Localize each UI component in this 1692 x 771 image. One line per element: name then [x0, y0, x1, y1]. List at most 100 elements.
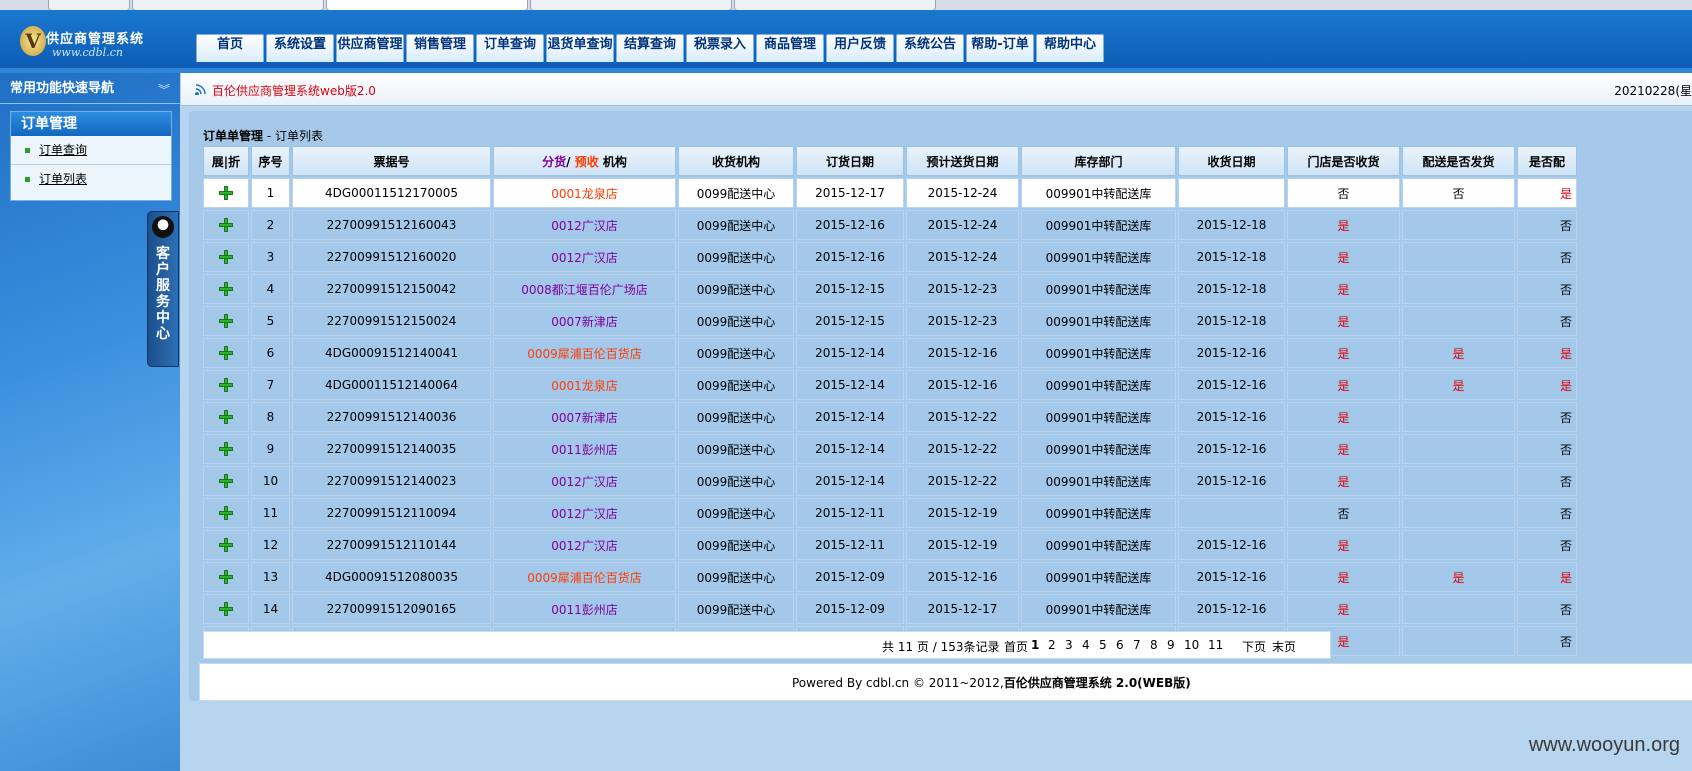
pager-page-10[interactable]: 10 — [1184, 638, 1199, 652]
org-cell: 0001龙泉店 — [493, 370, 676, 400]
nav-item-2[interactable]: 供应商管理 — [336, 34, 404, 62]
footer-brand: 百伦供应商管理系统 2.0(WEB版) — [1003, 676, 1191, 690]
nav-item-10[interactable]: 系统公告 — [896, 34, 964, 62]
expand-plus-icon[interactable] — [219, 378, 233, 393]
order-date-cell: 2015-12-16 — [796, 242, 904, 272]
expand-plus-icon[interactable] — [219, 314, 233, 329]
store-received-cell: 是 — [1287, 466, 1400, 496]
shipped-cell — [1402, 274, 1515, 304]
expand-plus-icon[interactable] — [219, 570, 233, 585]
nav-item-4[interactable]: 订单查询 — [476, 34, 544, 62]
table-row[interactable]: 10 22700991512140023 0012广汉店 0099配送中心 2015-1… — [203, 466, 1577, 496]
table-row[interactable]: 7 4DG00011512140064 0001龙泉店 0099配送中心 2015-12… — [203, 370, 1577, 400]
table-row[interactable]: 11 22700991512110094 0012广汉店 0099配送中心 2015-1… — [203, 498, 1577, 528]
pager-next[interactable]: 下页 — [1242, 638, 1266, 655]
expand-cell[interactable] — [203, 466, 249, 496]
expand-cell[interactable] — [203, 210, 249, 240]
pager-page-5[interactable]: 5 — [1099, 638, 1107, 652]
sidebar-panel-order-management: 订单管理 订单查询 订单列表 — [10, 111, 172, 201]
table-row[interactable]: 3 22700991512160020 0012广汉店 0099配送中心 2015-12… — [203, 242, 1577, 272]
pagination: 共 11 页 / 153条记录 首页 下页 末页 1 2 3 4 5 6 7 8 9 10 11 — [203, 631, 1331, 659]
nav-item-3[interactable]: 销售管理 — [406, 34, 474, 62]
system-name: 百伦供应商管理系统web版2.0 — [212, 84, 376, 98]
pager-page-4[interactable]: 4 — [1082, 638, 1090, 652]
nav-item-12[interactable]: 帮助中心 — [1036, 34, 1104, 62]
expand-plus-icon[interactable] — [219, 410, 233, 425]
table-row[interactable]: 4 22700991512150042 0008都江堰百伦广场店 0099配送中心 20… — [203, 274, 1577, 304]
col-header-expand[interactable]: 展|折 — [203, 146, 249, 176]
pager-page-8[interactable]: 8 — [1150, 638, 1158, 652]
expand-plus-icon[interactable] — [219, 602, 233, 617]
est-date-cell: 2015-12-17 — [906, 594, 1019, 624]
order-date-cell: 2015-12-14 — [796, 466, 904, 496]
pager-first[interactable]: 首页 — [1004, 638, 1028, 655]
store-received-cell: 是 — [1287, 370, 1400, 400]
order-date-cell: 2015-12-14 — [796, 370, 904, 400]
expand-cell[interactable] — [203, 562, 249, 592]
expand-plus-icon[interactable] — [219, 442, 233, 457]
bill-no-cell: 22700991512140035 — [292, 434, 491, 464]
expand-cell[interactable] — [203, 402, 249, 432]
nav-item-5[interactable]: 退货单查询 — [546, 34, 614, 62]
table-row[interactable]: 2 22700991512160043 0012广汉店 0099配送中心 2015-12… — [203, 210, 1577, 240]
collapse-chevron-icon[interactable]: ︾ — [158, 81, 170, 98]
pager-page-6[interactable]: 6 — [1116, 638, 1124, 652]
recv-date-cell: 2015-12-16 — [1178, 338, 1285, 368]
nav-item-7[interactable]: 税票录入 — [686, 34, 754, 62]
pager-last[interactable]: 末页 — [1272, 638, 1296, 655]
expand-plus-icon[interactable] — [219, 282, 233, 297]
expand-cell[interactable] — [203, 370, 249, 400]
expand-cell[interactable] — [203, 594, 249, 624]
expand-plus-icon[interactable] — [219, 186, 233, 201]
expand-cell[interactable] — [203, 530, 249, 560]
recv-org-cell: 0099配送中心 — [678, 274, 794, 304]
expand-plus-icon[interactable] — [219, 538, 233, 553]
table-row[interactable]: 13 4DG00091512080035 0009犀浦百伦百货店 0099配送中心 20… — [203, 562, 1577, 592]
bill-no-cell: 22700991512110094 — [292, 498, 491, 528]
col-header-shipped: 配送是否发货 — [1402, 146, 1515, 176]
expand-plus-icon[interactable] — [219, 506, 233, 521]
logo[interactable]: V 供应商管理系统 www.cdbl.cn — [16, 24, 186, 64]
expand-plus-icon[interactable] — [219, 474, 233, 489]
sidebar-item-label[interactable]: 订单查询 — [39, 136, 87, 164]
expand-cell[interactable] — [203, 434, 249, 464]
nav-item-11[interactable]: 帮助-订单 — [966, 34, 1034, 62]
nav-item-1[interactable]: 系统设置 — [266, 34, 334, 62]
pager-page-9[interactable]: 9 — [1167, 638, 1175, 652]
order-date-cell: 2015-12-15 — [796, 274, 904, 304]
expand-cell[interactable] — [203, 242, 249, 272]
table-row[interactable]: 5 22700991512150024 0007新津店 0099配送中心 2015-12… — [203, 306, 1577, 336]
table-row[interactable]: 9 22700991512140035 0011彭州店 0099配送中心 2015-12… — [203, 434, 1577, 464]
order-date-cell: 2015-12-14 — [796, 338, 904, 368]
table-row[interactable]: 1 4DG00011512170005 0001龙泉店 0099配送中心 2015-12… — [203, 178, 1577, 208]
pager-page-1[interactable]: 1 — [1031, 638, 1039, 652]
expand-cell[interactable] — [203, 498, 249, 528]
org-cell: 0009犀浦百伦百货店 — [493, 562, 676, 592]
sidebar-item-label[interactable]: 订单列表 — [39, 165, 87, 193]
pager-page-7[interactable]: 7 — [1133, 638, 1141, 652]
expand-plus-icon[interactable] — [219, 218, 233, 233]
nav-item-9[interactable]: 用户反馈 — [826, 34, 894, 62]
dept-cell: 009901中转配送库 — [1021, 498, 1176, 528]
expand-plus-icon[interactable] — [219, 346, 233, 361]
nav-item-0[interactable]: 首页 — [196, 34, 264, 62]
expand-cell[interactable] — [203, 306, 249, 336]
expand-cell[interactable] — [203, 178, 249, 208]
nav-item-8[interactable]: 商品管理 — [756, 34, 824, 62]
expand-plus-icon[interactable] — [219, 250, 233, 265]
table-row[interactable]: 12 22700991512110144 0012广汉店 0099配送中心 2015-1… — [203, 530, 1577, 560]
sidebar-item-order-list[interactable]: 订单列表 — [11, 165, 171, 193]
sidebar-item-order-query[interactable]: 订单查询 — [11, 136, 171, 165]
customer-service-widget[interactable]: 客户服务中心 — [147, 211, 179, 367]
pager-page-3[interactable]: 3 — [1065, 638, 1073, 652]
table-row[interactable]: 6 4DG00091512140041 0009犀浦百伦百货店 0099配送中心 201… — [203, 338, 1577, 368]
table-row[interactable]: 14 22700991512090165 0011彭州店 0099配送中心 2015-1… — [203, 594, 1577, 624]
col-header-bill-no: 票据号 — [292, 146, 491, 176]
expand-cell[interactable] — [203, 274, 249, 304]
sidebar-panel-title[interactable]: 订单管理 — [11, 112, 171, 136]
expand-cell[interactable] — [203, 338, 249, 368]
table-row[interactable]: 8 22700991512140036 0007新津店 0099配送中心 2015-12… — [203, 402, 1577, 432]
pager-page-2[interactable]: 2 — [1048, 638, 1056, 652]
nav-item-6[interactable]: 结算查询 — [616, 34, 684, 62]
pager-page-11[interactable]: 11 — [1208, 638, 1223, 652]
